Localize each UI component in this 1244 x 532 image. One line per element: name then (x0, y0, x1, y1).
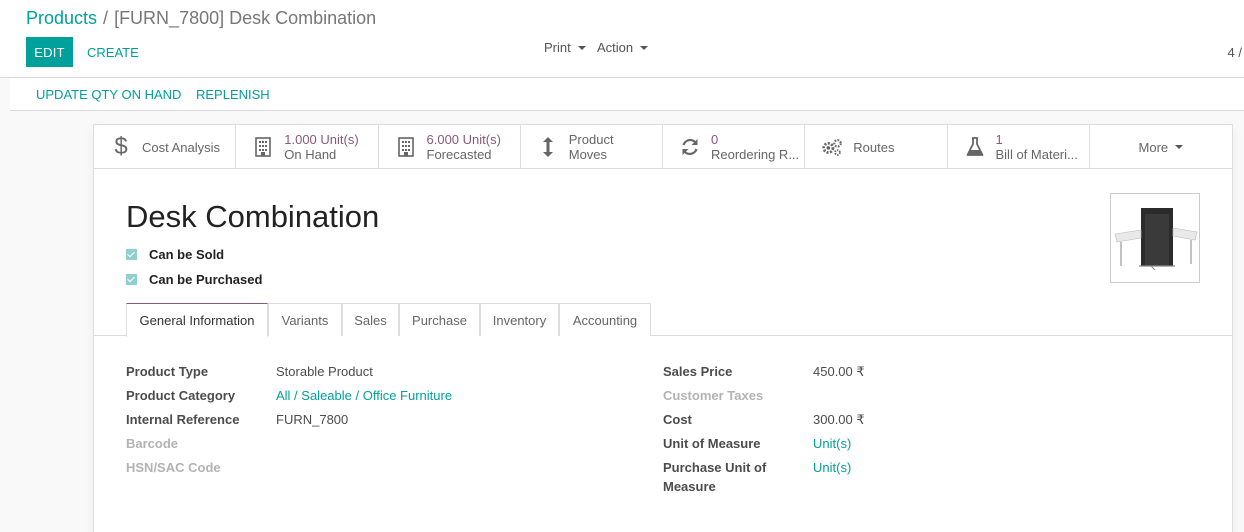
form-sheet: $ Cost Analysis 1.000 Unit(s) On Hand 6.0… (93, 124, 1233, 532)
on-hand-label: On Hand (284, 147, 337, 162)
can-be-purchased-checkbox[interactable] (126, 274, 137, 285)
hsn-sac-code-label: HSN/SAC Code (126, 460, 221, 475)
create-button[interactable]: CREATE (87, 45, 139, 60)
product-category-label: Product Category (126, 388, 236, 403)
can-be-sold-checkbox[interactable] (126, 249, 137, 260)
building-icon (395, 136, 417, 158)
arrows-vertical-icon (537, 136, 559, 158)
product-name: Desk Combination (126, 199, 380, 234)
dollar-icon: $ (114, 133, 128, 160)
cost-label: Cost (663, 412, 692, 427)
print-dropdown[interactable]: Print (544, 40, 586, 55)
tab-accounting[interactable]: Accounting (559, 303, 651, 336)
cost-analysis-label: Cost Analysis (142, 139, 221, 155)
product-moves-label-1: Product (568, 132, 614, 147)
action-dropdown[interactable]: Action (597, 40, 649, 55)
can-be-purchased-row: Can be Purchased (126, 272, 262, 287)
unit-of-measure-link[interactable]: Unit(s) (813, 436, 851, 451)
purchase-uom-label-line-1: Purchase Unit of (663, 460, 767, 475)
breadcrumb: Products / [FURN_7800] Desk Combination (26, 8, 376, 29)
internal-reference-label: Internal Reference (126, 412, 240, 427)
cost-value: 300.00 ₹ (813, 412, 865, 427)
forecasted-value: 6.000 Unit(s) (426, 132, 501, 147)
chevron-down-icon (640, 45, 649, 50)
pager-value[interactable]: 4 / (1228, 45, 1242, 60)
product-type-value: Storable Product (276, 364, 373, 379)
more-label: More (1138, 139, 1169, 155)
can-be-sold-label: Can be Sold (149, 247, 225, 262)
unit-of-measure-label: Unit of Measure (663, 436, 761, 451)
can-be-sold-row: Can be Sold (126, 247, 224, 262)
chevron-down-icon (577, 45, 586, 50)
bom-label: Bill of Materi... (995, 147, 1078, 162)
tab-sales[interactable]: Sales (342, 303, 399, 336)
product-category-link[interactable]: All / Saleable / Office Furniture (276, 388, 452, 403)
purchase-uom-link[interactable]: Unit(s) (813, 460, 851, 475)
on-hand-value: 1.000 Unit(s) (284, 132, 359, 147)
form-statusbar: UPDATE QTY ON HAND REPLENISH (10, 78, 1244, 111)
tab-inventory[interactable]: Inventory (480, 303, 559, 336)
bill-of-materials-button[interactable]: 1 Bill of Materi... (948, 125, 1090, 169)
product-moves-button[interactable]: Product Moves (521, 125, 663, 169)
flask-icon (964, 136, 986, 158)
edit-button[interactable]: EDIT (26, 37, 73, 67)
control-panel: Products / [FURN_7800] Desk Combination ED… (0, 0, 1244, 78)
chevron-down-icon (1175, 145, 1184, 149)
internal-reference-value: FURN_7800 (276, 412, 349, 427)
product-moves-label-2: Moves (568, 147, 608, 162)
reordering-rules-button[interactable]: 0 Reordering R... (663, 125, 806, 169)
tab-variants[interactable]: Variants (268, 303, 342, 336)
building-icon (252, 136, 274, 158)
action-label: Action (597, 40, 634, 55)
reordering-value: 0 (711, 132, 719, 147)
notebook-tabs: General Information Variants Sales Purch… (94, 303, 1232, 337)
purchase-uom-label-line-2: Measure (663, 479, 716, 494)
can-be-purchased-label: Can be Purchased (149, 272, 263, 287)
smart-button-box: $ Cost Analysis 1.000 Unit(s) On Hand 6.0… (94, 125, 1232, 169)
barcode-label: Barcode (126, 436, 179, 451)
tab-general-information[interactable]: General Information (126, 303, 268, 337)
cost-analysis-button[interactable]: $ Cost Analysis (94, 125, 237, 169)
replenish-button[interactable]: REPLENISH (196, 87, 270, 102)
forecasted-label: Forecasted (426, 147, 492, 162)
reordering-label: Reordering R... (711, 147, 800, 162)
routes-label: Routes (853, 139, 895, 155)
more-button[interactable]: More (1090, 125, 1232, 169)
sales-price-label: Sales Price (663, 364, 733, 379)
routes-button[interactable]: Routes (805, 125, 948, 169)
product-type-label: Product Type (126, 364, 209, 379)
customer-taxes-label: Customer Taxes (663, 388, 764, 403)
bom-value: 1 (995, 132, 1003, 147)
sales-price-value: 450.00 ₹ (813, 364, 865, 379)
refresh-icon (679, 136, 701, 158)
print-label: Print (544, 40, 571, 55)
forecasted-button[interactable]: 6.000 Unit(s) Forecasted (379, 125, 521, 169)
update-qty-on-hand-button[interactable]: UPDATE QTY ON HAND (36, 87, 181, 102)
gears-icon (821, 136, 843, 158)
breadcrumb-separator: / (103, 8, 109, 28)
breadcrumb-current: [FURN_7800] Desk Combination (114, 8, 377, 28)
product-image[interactable] (1110, 193, 1200, 283)
breadcrumb-products-link[interactable]: Products (26, 8, 97, 28)
tab-purchase[interactable]: Purchase (399, 303, 480, 336)
on-hand-button[interactable]: 1.000 Unit(s) On Hand (236, 125, 379, 169)
